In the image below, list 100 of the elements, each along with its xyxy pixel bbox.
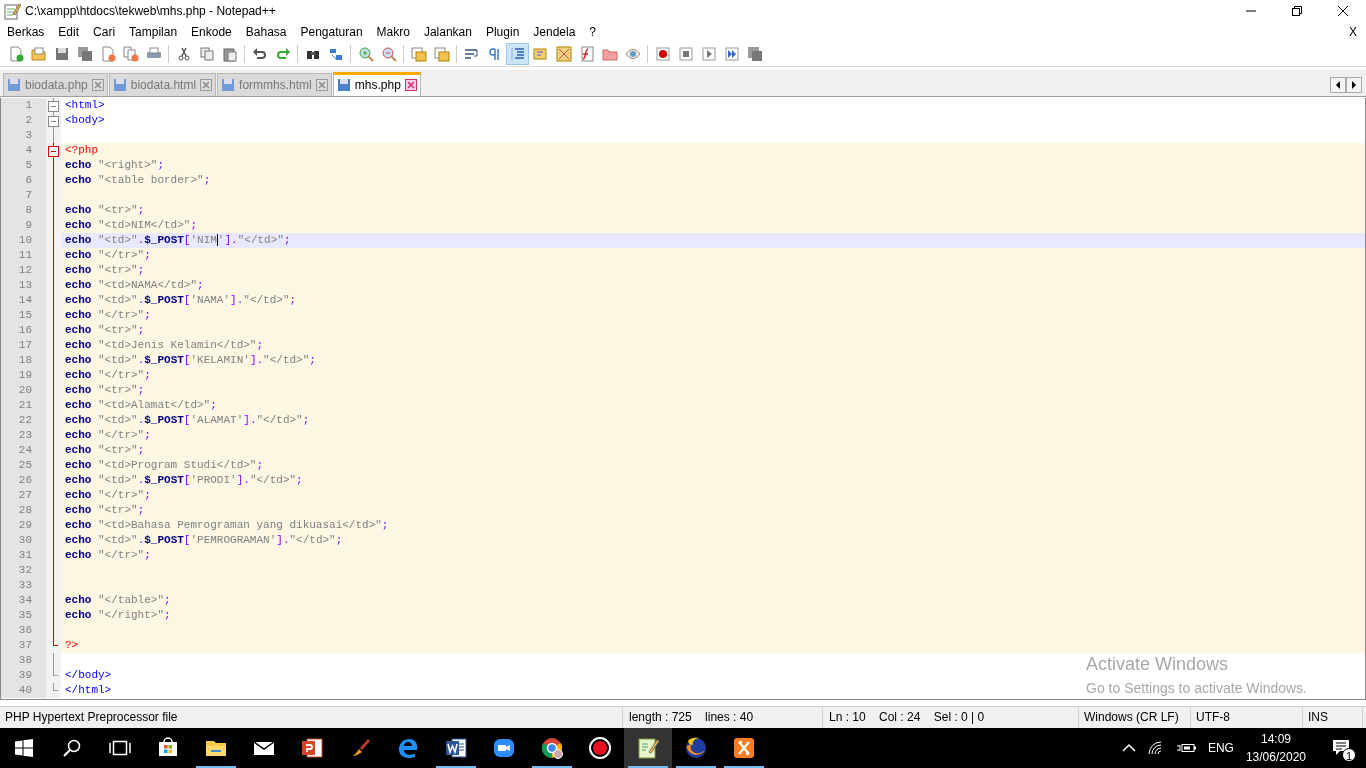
folder-icon (601, 46, 618, 63)
close-document-button[interactable]: X (1342, 22, 1364, 42)
close-icon[interactable] (404, 79, 417, 92)
scroll-left-button[interactable] (1330, 76, 1346, 93)
menu-item[interactable]: Tampilan (122, 22, 185, 42)
code-line: echo "<tr>"; (65, 203, 145, 216)
save-icon (112, 77, 127, 92)
code-line: echo "</table>"; (65, 593, 171, 606)
language-indicator[interactable]: ENG (1207, 739, 1234, 757)
fox-icon (684, 736, 708, 760)
triangle-right-icon (1351, 80, 1357, 89)
zoom-in-icon (357, 46, 374, 63)
code-line: echo "<td>".$_POST['PRODI']."</td>"; (65, 473, 303, 486)
code-line: echo "<td>Jenis Kelamin</td>"; (65, 338, 264, 351)
window-title: C:\xampp\htdocs\tekweb\mhs.php - Notepad++ (25, 3, 276, 20)
menu-item[interactable]: Edit (51, 22, 87, 42)
menu-item[interactable]: Bahasa (238, 22, 294, 42)
open-folder-icon (30, 46, 47, 63)
code-line: echo "<tr>"; (65, 383, 145, 396)
code-line: <body> (65, 113, 105, 126)
save-icon (53, 46, 70, 63)
scroll-right-button[interactable] (1346, 76, 1362, 93)
wifi-icon[interactable] (1147, 741, 1164, 755)
code-line: echo "<td>".$_POST['KELAMIN']."</td>"; (65, 353, 316, 366)
code-line: echo "<right>"; (65, 158, 165, 171)
activation-text: Go to Settings to activate Windows. (1086, 678, 1307, 698)
notepad-icon (636, 736, 660, 760)
code-line: echo "</tr>"; (65, 428, 151, 441)
close-file-icon (99, 46, 116, 63)
line-number: 1 (1, 97, 46, 113)
notification-count: 1 (1342, 748, 1356, 762)
slides-icon (300, 736, 324, 760)
taskbar-app[interactable] (624, 728, 672, 768)
menu-item[interactable]: Plugin (478, 22, 527, 42)
file-tab[interactable]: mhs.php (332, 71, 421, 96)
collapse-icon[interactable] (48, 100, 59, 112)
close-icon[interactable] (91, 78, 104, 91)
triangle-left-icon (1335, 80, 1341, 89)
code-line: <?php (65, 143, 98, 156)
notification-button[interactable]: 1 (1318, 728, 1366, 768)
save-icon (221, 77, 236, 92)
code-line: ?> (65, 638, 79, 651)
code-line: echo "<td>NIM</td>"; (65, 218, 198, 231)
code-line: echo "<td>".$_POST['ALAMAT']."</td>"; (65, 413, 310, 426)
stop-icon (677, 46, 694, 63)
code-line: echo "<table border>"; (65, 173, 211, 186)
menu-item[interactable]: Makro (369, 22, 417, 42)
menu-item[interactable]: Jendela (526, 22, 583, 42)
menu-item[interactable]: Pengaturan (293, 22, 370, 42)
chevron-up-icon[interactable] (1121, 743, 1136, 753)
code-line: echo "</tr>"; (65, 248, 151, 261)
menu-item[interactable]: Jalankan (416, 22, 479, 42)
clock-date[interactable]: 13/06/2020 (1245, 748, 1306, 766)
code-line: echo "</tr>"; (65, 488, 151, 501)
code-line: echo "<tr>"; (65, 503, 145, 516)
code-line: echo "<td>".$_POST['NIM']."</td>"; (65, 233, 291, 246)
browser-e-icon (396, 736, 420, 760)
collapse-icon[interactable] (48, 115, 59, 127)
code-line: <html> (65, 98, 105, 111)
collapse-icon[interactable] (48, 145, 59, 157)
code-line: echo "<tr>"; (65, 443, 145, 456)
code-line: </body> (65, 668, 112, 681)
close-icon[interactable] (315, 78, 328, 91)
code-line: echo "<td>Program Studi</td>"; (65, 458, 264, 471)
paste-icon (221, 46, 238, 63)
app-icon (3, 2, 21, 20)
cut-icon (175, 46, 192, 63)
activation-title: Activate Windows (1086, 652, 1230, 676)
code-line: echo "</right>"; (65, 608, 171, 621)
fast-forward-icon (723, 46, 740, 63)
code-line: echo "<tr>"; (65, 323, 145, 336)
close-icon (1337, 5, 1349, 17)
code-line: </html> (65, 683, 112, 696)
doc-icon (444, 736, 468, 760)
code-line: echo "</tr>"; (65, 548, 151, 561)
menu-item[interactable]: Cari (86, 22, 123, 42)
close-icon[interactable] (200, 78, 213, 91)
code-line: echo "<td>".$_POST['NAMA']."</td>"; (65, 293, 297, 306)
code-line: echo "</tr>"; (65, 308, 151, 321)
code-line: echo "<td>Bahasa Pemrograman yang dikuasai</td>"; (65, 518, 389, 531)
save-all-icon (76, 46, 93, 63)
battery-icon[interactable] (1175, 742, 1196, 754)
task-view-icon (109, 740, 131, 756)
new-file-icon (7, 46, 24, 63)
close-all-icon (122, 46, 139, 63)
code-line: echo "</tr>"; (65, 368, 151, 381)
zoom-out-icon (380, 46, 397, 63)
search-icon (63, 739, 81, 757)
code-line: echo "<td>".$_POST['PEMROGRAMAN']."</td>"; (65, 533, 343, 546)
code-line: echo "<td>Alamat</td>"; (65, 398, 217, 411)
restore-icon (1291, 5, 1303, 17)
menu-item[interactable]: Berkas (0, 22, 52, 42)
menu-item[interactable]: ? (582, 22, 604, 42)
clock-time[interactable]: 14:09 (1260, 730, 1291, 748)
save-icon (7, 77, 21, 92)
play-icon (700, 46, 717, 63)
record-icon (588, 736, 612, 760)
save-icon (336, 78, 351, 93)
copy-icon (198, 46, 215, 63)
menu-item[interactable]: Enkode (184, 22, 239, 42)
